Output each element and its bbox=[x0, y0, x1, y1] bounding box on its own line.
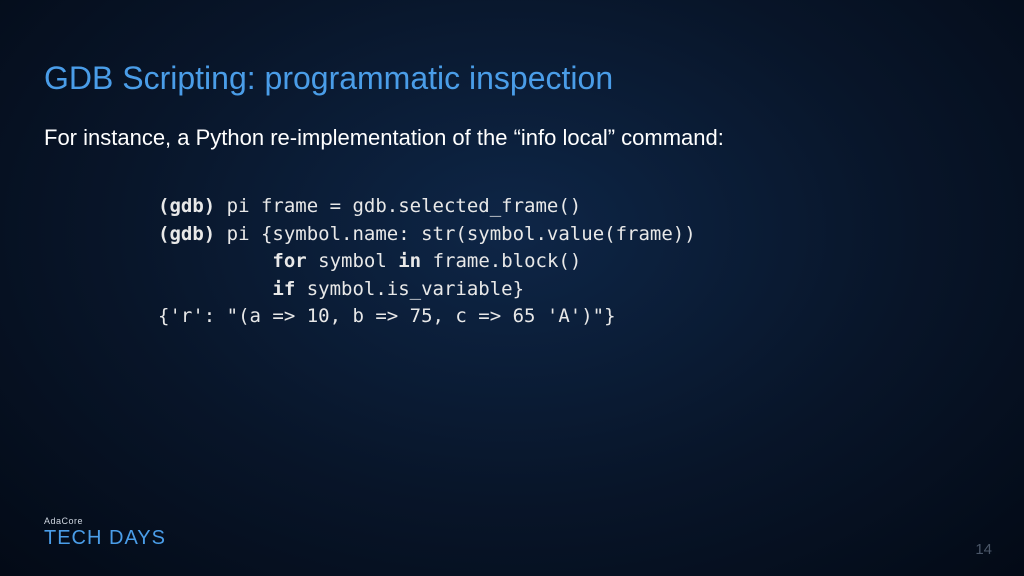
slide-subtitle: For instance, a Python re-implementation… bbox=[0, 97, 1024, 151]
keyword-if: if bbox=[272, 278, 295, 300]
code-text: symbol.is_variable} bbox=[295, 278, 524, 300]
code-example: (gdb) pi frame = gdb.selected_frame() (g… bbox=[158, 193, 1024, 331]
keyword-in: in bbox=[398, 250, 421, 272]
brand-company: AdaCore bbox=[44, 516, 166, 526]
code-indent bbox=[158, 278, 272, 300]
code-output: {'r': "(a => 10, b => 75, c => 65 'A')"} bbox=[158, 305, 616, 327]
slide-title: GDB Scripting: programmatic inspection bbox=[0, 0, 1024, 97]
gdb-prompt: (gdb) bbox=[158, 195, 215, 217]
gdb-prompt: (gdb) bbox=[158, 223, 215, 245]
footer-brand: AdaCore TECH DAYS bbox=[44, 516, 166, 550]
keyword-for: for bbox=[272, 250, 306, 272]
code-text: frame.block() bbox=[421, 250, 581, 272]
code-text: pi frame = gdb.selected_frame() bbox=[215, 195, 581, 217]
code-indent bbox=[158, 250, 272, 272]
code-text: symbol bbox=[307, 250, 399, 272]
page-number: 14 bbox=[975, 541, 992, 558]
brand-event: TECH DAYS bbox=[44, 527, 166, 550]
code-text: pi {symbol.name: str(symbol.value(frame)… bbox=[215, 223, 695, 245]
